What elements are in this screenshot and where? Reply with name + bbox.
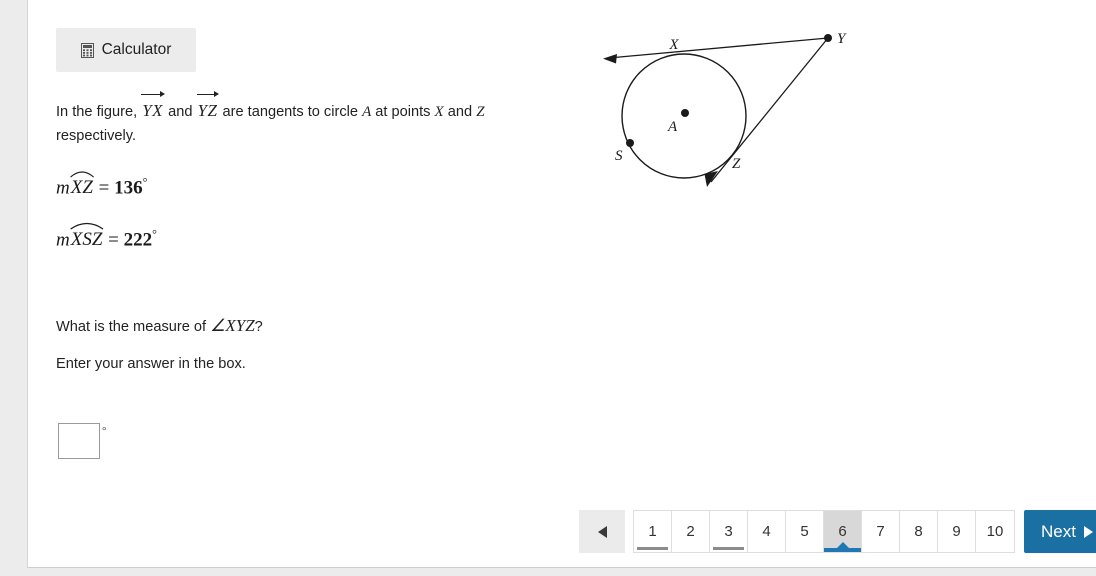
next-button-label: Next: [1041, 521, 1076, 541]
degree-symbol-2: °: [152, 227, 157, 241]
point-z-ref: Z: [476, 104, 485, 120]
page-button-label: 6: [838, 523, 847, 540]
page-button-1[interactable]: 1: [634, 511, 672, 552]
calculator-label: Calculator: [101, 41, 172, 58]
circle-tangents-diagram: X Y Z S A: [573, 0, 893, 210]
page-number-list: 1 2 3 4 5 6 7 8 9 10: [633, 510, 1015, 553]
page-root: Calculator In the figure, YX and YZ are …: [0, 0, 1096, 576]
page-button-label: 8: [914, 523, 923, 540]
problem-and-1: and: [168, 104, 193, 120]
arc-measure-xsz: m XSZ = 222°: [56, 223, 157, 251]
angle-xyz: ∠XYZ: [210, 316, 255, 335]
page-button-6[interactable]: 6: [824, 511, 862, 552]
problem-intro-2: are tangents to circle: [222, 104, 358, 120]
tangent-yx-arrowhead: [603, 54, 617, 64]
circle-name: A: [362, 104, 372, 120]
page-button-10[interactable]: 10: [976, 511, 1014, 552]
point-y-dot: [824, 34, 832, 42]
page-button-label: 9: [952, 523, 961, 540]
page-button-9[interactable]: 9: [938, 511, 976, 552]
point-a-dot: [681, 109, 689, 117]
answer-instruction: Enter your answer in the box.: [56, 356, 246, 372]
question-suffix: ?: [254, 319, 263, 335]
page-button-label: 4: [762, 523, 771, 540]
page-button-label: 10: [986, 523, 1004, 540]
degree-symbol-1: °: [142, 175, 148, 189]
current-page-caret-icon: [836, 542, 849, 548]
measure-value-2: 222: [123, 229, 153, 251]
tangent-ray-yz: [710, 37, 829, 183]
page-button-8[interactable]: 8: [900, 511, 938, 552]
figure-label-x: X: [668, 37, 679, 53]
page-button-7[interactable]: 7: [862, 511, 900, 552]
figure-label-z: Z: [732, 156, 741, 172]
equals-2: =: [108, 229, 119, 251]
point-s-dot: [626, 139, 634, 147]
measure-prefix-1: m: [56, 177, 70, 199]
figure-label-s: S: [615, 148, 623, 164]
page-button-2[interactable]: 2: [672, 511, 710, 552]
problem-statement: In the figure, YX and YZ are tangents to…: [56, 90, 536, 148]
measure-prefix-2: m: [56, 229, 70, 251]
page-button-5[interactable]: 5: [786, 511, 824, 552]
figure-label-y: Y: [837, 31, 847, 47]
answer-input-group: °: [58, 423, 106, 459]
problem-and-2: and: [447, 104, 473, 120]
page-button-label: 5: [800, 523, 809, 540]
triangle-left-icon: [597, 525, 607, 538]
arc-notation-xsz: XSZ: [70, 223, 104, 251]
question-text: What is the measure of ∠XYZ?: [56, 316, 263, 336]
pagination: 1 2 3 4 5 6 7 8 9 10 Next: [579, 510, 1096, 553]
page-button-label: 7: [876, 523, 885, 540]
figure-label-a: A: [667, 119, 678, 135]
ray-yz-label: YZ: [197, 101, 218, 120]
ray-yx-label: YX: [142, 101, 164, 120]
problem-intro-4: respectively.: [56, 128, 137, 144]
arc-label-xz: XZ: [70, 177, 93, 199]
equals-1: =: [98, 177, 110, 199]
ray-yx: YX: [141, 90, 166, 120]
triangle-right-icon: [1083, 525, 1093, 538]
answer-input[interactable]: [58, 423, 100, 459]
calculator-button[interactable]: Calculator: [56, 28, 196, 72]
tangent-ray-yx: [608, 37, 829, 59]
page-button-label: 1: [648, 523, 657, 540]
arc-measure-xz: m XZ = 136°: [56, 171, 148, 199]
problem-intro-1: In the figure,: [56, 104, 138, 120]
calculator-icon: [80, 42, 94, 58]
problem-intro-3: at points: [375, 104, 431, 120]
page-button-label: 3: [724, 523, 733, 540]
measure-value-1: 136: [114, 177, 143, 199]
next-button[interactable]: Next: [1024, 510, 1096, 553]
question-panel: Calculator In the figure, YX and YZ are …: [27, 0, 1096, 568]
ray-yz: YZ: [196, 90, 220, 120]
page-button-4[interactable]: 4: [748, 511, 786, 552]
question-prefix: What is the measure of: [56, 319, 207, 335]
arc-label-xsz: XSZ: [70, 229, 103, 251]
arc-notation-xz: XZ: [70, 171, 94, 199]
point-x-ref: X: [434, 104, 444, 120]
page-button-3[interactable]: 3: [710, 511, 748, 552]
page-button-label: 2: [686, 523, 695, 540]
answer-degree-symbol: °: [102, 425, 107, 437]
previous-page-button[interactable]: [579, 510, 625, 553]
